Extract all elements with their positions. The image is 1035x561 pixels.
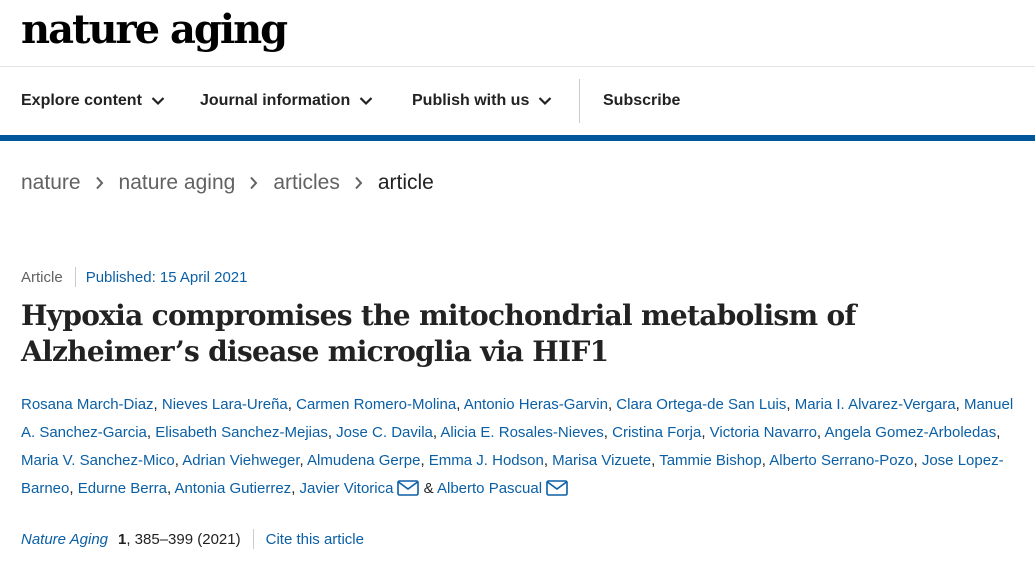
citation-line: Nature Aging 1 , 385–399 (2021) Cite thi…	[21, 528, 364, 550]
nav-publish-label: Publish with us	[412, 92, 530, 109]
page-range: , 385–399 (2021)	[126, 530, 241, 548]
nav-subscribe-label: Subscribe	[603, 92, 681, 109]
author-link[interactable]: Emma J. Hodson	[429, 452, 544, 469]
breadcrumb-nature[interactable]: nature	[21, 171, 81, 195]
author-ampersand: &	[423, 480, 434, 497]
author-link[interactable]: Antonia Gutierrez	[174, 480, 291, 497]
chevron-down-icon	[151, 97, 165, 106]
chevron-down-icon	[539, 97, 552, 106]
author-link[interactable]: Cristina Forja	[612, 424, 701, 441]
chevron-right-icon	[95, 176, 104, 190]
breadcrumb-articles[interactable]: articles	[273, 171, 340, 195]
nav-journal-label: Journal information	[200, 92, 351, 109]
author-link[interactable]: Edurne Berra	[78, 480, 167, 497]
breadcrumb-nature-aging[interactable]: nature aging	[119, 171, 236, 195]
mail-icon[interactable]	[546, 480, 568, 496]
author-link[interactable]: Angela Gomez-Arboledas	[824, 424, 996, 441]
author-link[interactable]: Carmen Romero-Molina	[296, 396, 456, 413]
author-link[interactable]: Tammie Bishop	[659, 452, 762, 469]
author-list: Rosana March-Diaz, Nieves Lara-Ureña, Ca…	[21, 396, 1014, 497]
author-link[interactable]: Maria I. Alvarez-Vergara	[795, 396, 956, 413]
main-nav: Explore content Journal information Publ…	[0, 67, 1035, 135]
chevron-right-icon	[354, 176, 363, 190]
volume-number: 1	[118, 530, 127, 548]
author-link[interactable]: Jose C. Davila	[336, 424, 433, 441]
chevron-down-icon	[359, 97, 373, 106]
author-link[interactable]: Almudena Gerpe	[307, 452, 420, 469]
author-link[interactable]: Alicia E. Rosales-Nieves	[440, 424, 603, 441]
author-link[interactable]: Nieves Lara-Ureña	[162, 396, 288, 413]
author-link[interactable]: Alberto Pascual	[437, 480, 542, 497]
site-logo[interactable]: nature aging	[21, 6, 288, 54]
nav-publish-with-us[interactable]: Publish with us	[412, 67, 552, 135]
citation-divider	[252, 529, 254, 549]
published-date: Published: 15 April 2021	[85, 268, 248, 286]
author-link[interactable]: Adrian Viehweger	[182, 452, 299, 469]
meta-divider	[74, 267, 76, 287]
author-link[interactable]: Antonio Heras-Garvin	[464, 396, 608, 413]
header-accent-bar	[0, 135, 1035, 141]
mail-icon[interactable]	[397, 480, 420, 496]
author-link[interactable]: Maria V. Sanchez-Mico	[21, 452, 175, 469]
chevron-right-icon	[249, 176, 258, 190]
nav-subscribe[interactable]: Subscribe	[603, 67, 680, 135]
nav-explore-content[interactable]: Explore content	[21, 67, 165, 135]
author-link[interactable]: Marisa Vizuete	[552, 452, 651, 469]
article-type: Article	[21, 268, 63, 286]
article-meta: Article Published: 15 April 2021	[21, 266, 247, 288]
nav-divider	[579, 79, 580, 123]
breadcrumb: nature nature aging articles article	[21, 168, 434, 198]
author-link[interactable]: Elisabeth Sanchez-Mejias	[155, 424, 328, 441]
journal-name[interactable]: Nature Aging	[21, 531, 108, 548]
author-link[interactable]: Victoria Navarro	[710, 424, 817, 441]
breadcrumb-article: article	[377, 171, 434, 194]
author-link[interactable]: Javier Vitorica	[300, 480, 394, 497]
article-title: Hypoxia compromises the mitochondrial me…	[21, 299, 856, 368]
author-link[interactable]: Rosana March-Diaz	[21, 396, 154, 413]
author-link[interactable]: Alberto Serrano-Pozo	[769, 452, 913, 469]
nav-explore-label: Explore content	[21, 92, 142, 109]
author-link[interactable]: Clara Ortega-de San Luis	[616, 396, 786, 413]
cite-this-article-link[interactable]: Cite this article	[266, 531, 364, 548]
nav-journal-information[interactable]: Journal information	[200, 67, 373, 135]
